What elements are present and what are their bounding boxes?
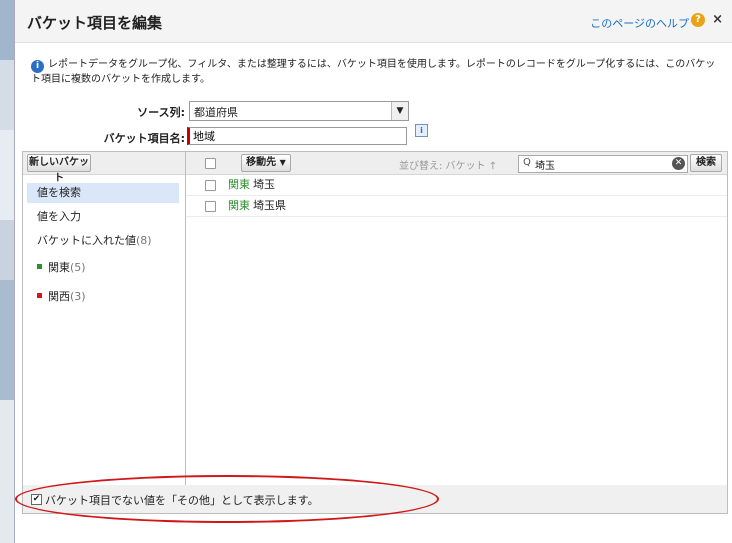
bucket-item-kanto[interactable]: 関東(5) — [27, 258, 179, 278]
chevron-down-icon: ▼ — [279, 158, 286, 167]
bucket-name-label: バケット項目名: — [103, 132, 185, 145]
search-input[interactable]: Q 埼玉 — [518, 155, 688, 173]
bucket-count: (3) — [70, 290, 86, 303]
nav-item-label: 値を入力 — [37, 210, 81, 223]
row-bucket: 関東 — [228, 199, 250, 212]
right-toolbar: 移動先 ▼ 並び替え: バケット ↑ Q 埼玉 ✕ 検索 — [186, 152, 727, 175]
dialog-title: バケット項目を編集 — [27, 14, 163, 32]
source-column-select[interactable]: 都道府県 ▼ — [189, 101, 409, 121]
background-window-edge — [0, 0, 14, 543]
nav-item-search-values[interactable]: 値を検索 — [27, 183, 179, 203]
table-row: 関東 埼玉 — [186, 175, 727, 196]
highlight-ellipse — [15, 475, 439, 523]
bucket-list-column: 新しいバケット 値を検索 値を入力 バケットに入れた値(8) 関東(5) 関西(… — [23, 152, 186, 486]
bucket-editor-panel: 新しいバケット 値を検索 値を入力 バケットに入れた値(8) 関東(5) 関西(… — [22, 151, 728, 487]
nav-item-label: バケットに入れた値 — [37, 234, 136, 247]
info-message: i レポートデータをグループ化、フィルタ、または整理するには、バケット項目を使用し… — [31, 58, 721, 86]
bucket-item-kansai[interactable]: 関西(3) — [27, 287, 179, 307]
search-value: 埼玉 — [535, 161, 555, 172]
help-icon[interactable]: ? — [691, 13, 705, 27]
edit-bucket-dialog: バケット項目を編集 このページのヘルプ ? × i レポートデータをグループ化、フ… — [14, 0, 732, 543]
bucket-name-input[interactable] — [187, 127, 407, 145]
sort-label[interactable]: 並び替え: バケット ↑ — [399, 157, 497, 172]
info-icon[interactable]: i — [415, 124, 428, 137]
source-column-label: ソース列: — [137, 106, 185, 119]
source-column-value: 都道府県 — [194, 106, 238, 119]
bucket-label: 関東 — [48, 261, 70, 274]
green-square-icon — [37, 264, 42, 269]
info-text: レポートデータをグループ化、フィルタ、または整理するには、バケット項目を使用しま… — [31, 59, 716, 85]
search-button[interactable]: 検索 — [690, 154, 722, 172]
row-value: 埼玉県 — [253, 199, 286, 212]
search-icon: Q — [523, 157, 531, 168]
row-checkbox[interactable] — [205, 180, 216, 191]
dialog-header: バケット項目を編集 このページのヘルプ ? × — [15, 0, 732, 43]
help-link[interactable]: このページのヘルプ — [590, 15, 689, 31]
row-checkbox[interactable] — [205, 201, 216, 212]
move-to-dropdown[interactable]: 移動先 ▼ — [241, 154, 291, 172]
table-row: 関東 埼玉県 — [186, 196, 727, 217]
left-toolbar: 新しいバケット — [23, 152, 185, 184]
info-icon: i — [31, 60, 44, 73]
close-icon[interactable]: × — [712, 12, 723, 27]
nav-item-label: 値を検索 — [37, 186, 81, 199]
select-all-checkbox[interactable] — [205, 158, 216, 169]
red-square-icon — [37, 293, 42, 298]
chevron-down-icon[interactable]: ▼ — [391, 102, 408, 120]
clear-search-icon[interactable]: ✕ — [672, 157, 685, 170]
bucket-label: 関西 — [48, 290, 70, 303]
row-bucket: 関東 — [228, 178, 250, 191]
bucket-count: (5) — [70, 261, 86, 274]
move-to-label: 移動先 — [246, 157, 277, 168]
nav-item-count: (8) — [136, 234, 152, 247]
nav-item-bucketed-values[interactable]: バケットに入れた値(8) — [27, 231, 179, 251]
row-value: 埼玉 — [253, 178, 275, 191]
values-column: 移動先 ▼ 並び替え: バケット ↑ Q 埼玉 ✕ 検索 関東 埼玉 関東 埼玉… — [186, 152, 727, 486]
nav-item-enter-values[interactable]: 値を入力 — [27, 207, 179, 227]
new-bucket-button[interactable]: 新しいバケット — [27, 154, 91, 184]
